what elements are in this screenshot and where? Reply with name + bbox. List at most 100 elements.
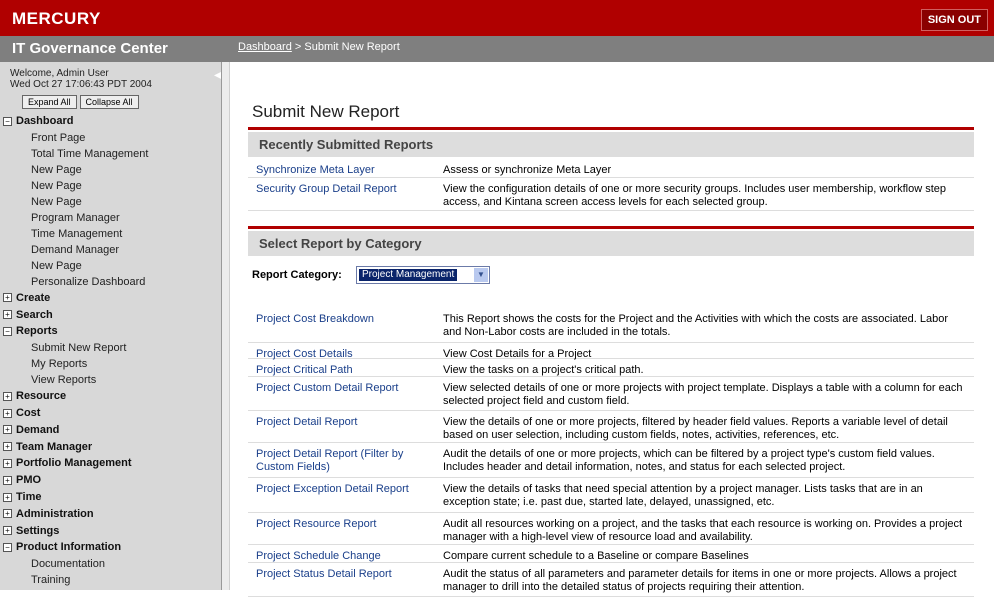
sidebar-item-label: Product Information — [16, 541, 122, 554]
report-row: Project Custom Detail Report View selecte… — [248, 377, 974, 411]
nav-pmo[interactable]: + PMO — [0, 472, 221, 489]
nav-dashboard[interactable]: − Dashboard — [0, 113, 221, 130]
chevron-down-icon[interactable]: ▼ — [474, 268, 488, 282]
nav-new-page-4[interactable]: New Page — [0, 258, 221, 274]
report-link[interactable]: Synchronize Meta Layer — [256, 164, 426, 177]
nav-program-manager[interactable]: Program Manager — [0, 210, 221, 226]
sidebar-item-label: Documentation — [31, 558, 105, 571]
plus-icon[interactable]: + — [3, 442, 12, 452]
plus-icon[interactable]: + — [3, 391, 12, 401]
minus-icon[interactable]: − — [3, 326, 12, 336]
minus-icon[interactable]: − — [3, 116, 12, 126]
sidebar-item-label: Submit New Report — [31, 342, 127, 355]
report-link[interactable]: Project Status Detail Report — [256, 568, 426, 581]
minus-icon[interactable]: − — [3, 542, 12, 552]
report-row: Project Schedule Change Compare current s… — [248, 545, 974, 563]
report-row: Project Exception Detail Report View the … — [248, 478, 974, 513]
report-link[interactable]: Project Detail Report — [256, 416, 426, 429]
report-row: Synchronize Meta Layer Assess or synchron… — [248, 159, 974, 178]
sidebar-item-label: Demand Manager — [31, 243, 120, 256]
sidebar-item-label: New Page — [31, 163, 82, 176]
collapse-all-button[interactable]: Collapse All — [79, 95, 139, 109]
section-divider — [248, 127, 974, 130]
sidebar-item-label: Resource — [16, 390, 67, 403]
breadcrumb: Dashboard > Submit New Report — [238, 36, 400, 58]
nav-total-time-management[interactable]: Total Time Management — [0, 146, 221, 162]
nav-search[interactable]: + Search — [0, 307, 221, 324]
plus-icon[interactable]: + — [3, 509, 12, 519]
report-link[interactable]: Project Exception Detail Report — [256, 483, 426, 496]
nav-settings[interactable]: + Settings — [0, 523, 221, 540]
plus-icon[interactable]: + — [3, 475, 12, 485]
nav-view-reports[interactable]: View Reports — [0, 372, 221, 388]
nav-my-reports[interactable]: My Reports — [0, 356, 221, 372]
breadcrumb-dashboard-link[interactable]: Dashboard — [238, 41, 292, 53]
plus-icon[interactable]: + — [3, 492, 12, 502]
nav-submit-new-report[interactable]: Submit New Report — [0, 340, 221, 356]
report-description: Assess or synchronize Meta Layer — [443, 164, 612, 176]
nav-personalize-dashboard[interactable]: Personalize Dashboard — [0, 274, 221, 290]
report-link[interactable]: Project Resource Report — [256, 518, 426, 531]
nav-team-manager[interactable]: + Team Manager — [0, 439, 221, 456]
section-divider — [248, 226, 974, 229]
nav-cost[interactable]: + Cost — [0, 405, 221, 422]
sidebar-item-label: Front Page — [31, 131, 86, 144]
plus-icon[interactable]: + — [3, 293, 12, 303]
nav-time[interactable]: + Time — [0, 489, 221, 506]
sidebar-item-label: New Page — [31, 195, 82, 208]
report-link[interactable]: Project Cost Breakdown — [256, 313, 426, 326]
plus-icon[interactable]: + — [3, 408, 12, 418]
report-row: Project Detail Report (Filter by Custom … — [248, 443, 974, 478]
plus-icon[interactable]: + — [3, 458, 12, 468]
plus-icon[interactable]: + — [3, 526, 12, 536]
sidebar-item-label: Team Manager — [16, 440, 93, 453]
sidebar-item-label: Training — [31, 574, 71, 587]
nav-training[interactable]: Training — [0, 572, 221, 588]
mercury-logo: MERCURY — [12, 9, 101, 28]
report-description: This Report shows the costs for the Proj… — [443, 313, 949, 338]
report-link[interactable]: Project Schedule Change — [256, 550, 426, 563]
category-section-header: Select Report by Category — [248, 231, 974, 256]
nav-new-page-3[interactable]: New Page — [0, 194, 221, 210]
nav-portfolio-management[interactable]: + Portfolio Management — [0, 455, 221, 472]
report-row: Project Detail Report View the details of… — [248, 411, 974, 443]
nav-new-page-2[interactable]: New Page — [0, 178, 221, 194]
nav-documentation[interactable]: Documentation — [0, 556, 221, 572]
welcome-user: Welcome, Admin User — [10, 68, 109, 79]
sidebar-item-label: New Page — [31, 259, 82, 272]
nav-demand[interactable]: + Demand — [0, 422, 221, 439]
sidebar-item-label: Search — [16, 308, 53, 321]
report-description: Audit all resources working on a project… — [443, 518, 963, 543]
report-link[interactable]: Project Detail Report (Filter by Custom … — [256, 448, 426, 474]
report-category-label: Report Category: — [252, 269, 342, 281]
expand-collapse-row: Expand All Collapse All — [0, 90, 221, 113]
sidebar-resize-handle[interactable] — [222, 62, 230, 590]
nav-time-management[interactable]: Time Management — [0, 226, 221, 242]
expand-all-button[interactable]: Expand All — [22, 95, 77, 109]
nav-new-page-1[interactable]: New Page — [0, 162, 221, 178]
welcome-text: Welcome, Admin User Wed Oct 27 17:06:43 … — [0, 62, 221, 90]
nav-front-page[interactable]: Front Page — [0, 130, 221, 146]
report-link[interactable]: Project Critical Path — [256, 364, 426, 377]
nav-resource[interactable]: + Resource — [0, 388, 221, 405]
report-row: Project Cost Details View Cost Details fo… — [248, 343, 974, 360]
plus-icon[interactable]: + — [3, 425, 12, 435]
report-description: Audit the status of all parameters and p… — [443, 568, 957, 593]
sidebar-item-label: Time Management — [31, 227, 123, 240]
nav-create[interactable]: + Create — [0, 290, 221, 307]
report-link[interactable]: Security Group Detail Report — [256, 183, 426, 196]
nav-administration[interactable]: + Administration — [0, 506, 221, 523]
breadcrumb-separator: > — [291, 41, 305, 53]
sidebar-item-label: Time — [16, 490, 42, 503]
nav-demand-manager[interactable]: Demand Manager — [0, 242, 221, 258]
sign-out-button[interactable]: SIGN OUT — [920, 9, 988, 31]
report-link[interactable]: Project Custom Detail Report — [256, 382, 426, 395]
sidebar-item-label: Create — [16, 291, 51, 304]
nav-reports[interactable]: − Reports — [0, 323, 221, 340]
report-description: View the details of tasks that need spec… — [443, 483, 923, 508]
report-category-select[interactable]: Project Management ▼ — [356, 266, 490, 284]
sidebar-item-label: Administration — [16, 507, 94, 520]
collapse-sidebar-icon[interactable]: ◀ — [214, 70, 221, 81]
nav-product-information[interactable]: − Product Information — [0, 539, 221, 556]
plus-icon[interactable]: + — [3, 310, 12, 320]
